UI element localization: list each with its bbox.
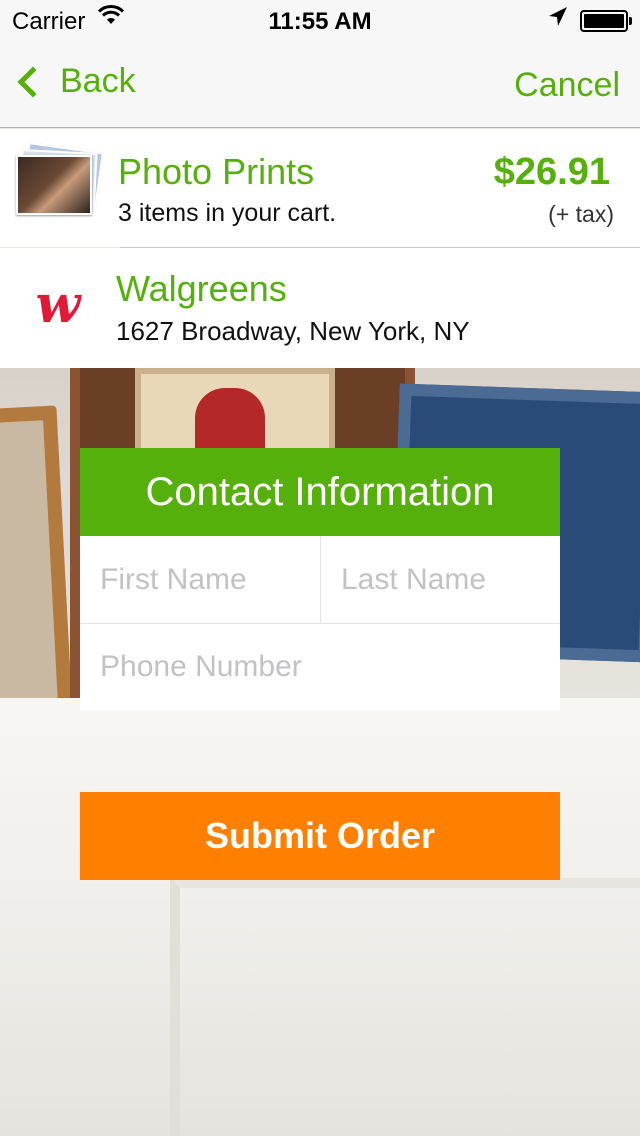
phone-row [80, 624, 560, 710]
last-name-field[interactable] [321, 536, 560, 623]
cart-summary: Photo Prints 3 items in your cart. $26.9… [0, 129, 640, 247]
cancel-button[interactable]: Cancel [514, 66, 620, 105]
walgreens-logo-icon: w [20, 274, 96, 336]
store-name: Walgreens [116, 268, 287, 309]
cart-total-price: $26.91 [493, 151, 610, 193]
chevron-left-icon [17, 65, 49, 98]
navigation-bar: Back Cancel [0, 40, 640, 128]
product-title: Photo Prints [118, 151, 315, 192]
clock: 11:55 AM [268, 8, 372, 35]
contact-information-form: Contact Information [80, 448, 560, 710]
store-address: 1627 Broadway, New York, NY [116, 316, 470, 346]
form-title: Contact Information [80, 448, 560, 536]
svg-text:w: w [36, 280, 83, 335]
status-bar: Carrier 11:55 AM [0, 0, 640, 40]
wall-molding [170, 878, 640, 1136]
phone-number-field[interactable] [80, 624, 560, 710]
photo-prints-thumbnail [16, 142, 104, 217]
pickup-store: w Walgreens 1627 Broadway, New York, NY [0, 248, 640, 368]
battery-icon [580, 10, 632, 32]
name-row [80, 536, 560, 624]
submit-order-button[interactable]: Submit Order [80, 792, 560, 880]
back-button[interactable]: Back [14, 62, 136, 101]
location-arrow-icon [548, 6, 568, 34]
cart-item-count: 3 items in your cart. [118, 199, 337, 227]
tax-note: (+ tax) [548, 201, 614, 227]
first-name-field[interactable] [80, 536, 321, 623]
back-label: Back [60, 62, 136, 100]
